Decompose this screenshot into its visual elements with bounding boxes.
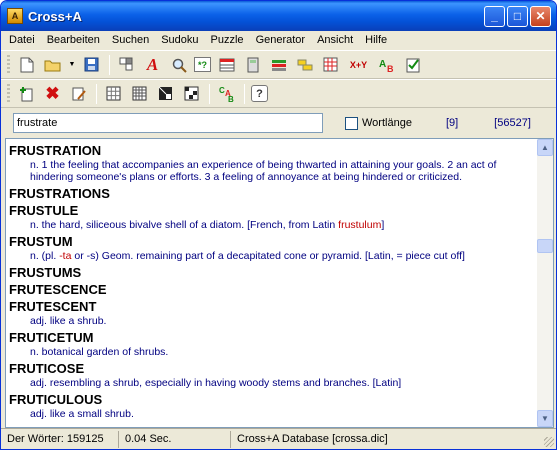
- toolbar-separator: [244, 83, 245, 104]
- menu-bar: Datei Bearbeiten Suchen Sudoku Puzzle Ge…: [1, 31, 556, 50]
- title-bar[interactable]: A Cross+A _ □ ✕: [1, 1, 556, 31]
- menu-bearbeiten[interactable]: Bearbeiten: [41, 31, 106, 50]
- entry-definition: adj. like a shrub.: [9, 315, 538, 327]
- sudoku-icon[interactable]: [103, 83, 124, 104]
- database-status: Cross+A Database [crossa.dic]: [237, 432, 388, 445]
- entry-word[interactable]: FRUTESCENT: [9, 298, 538, 315]
- entry-word[interactable]: FRUSTRATION: [9, 142, 538, 159]
- entry-list: FRUSTRATION n. 1 the feeling that accompa…: [6, 139, 538, 427]
- search-input[interactable]: [13, 113, 323, 133]
- dropdown-arrow-icon[interactable]: ▼: [68, 54, 76, 75]
- entry-definition: adj. like a small shrub.: [9, 408, 538, 420]
- check-list-icon[interactable]: [402, 54, 423, 75]
- toolbar-grip[interactable]: [7, 83, 10, 104]
- menu-ansicht[interactable]: Ansicht: [311, 31, 359, 50]
- results-panel: FRUSTRATION n. 1 the feeling that accompa…: [5, 138, 554, 428]
- entry-definition-highlight: frustulum: [338, 219, 382, 231]
- resize-grip-icon[interactable]: [544, 437, 554, 447]
- new-file-icon[interactable]: [16, 54, 37, 75]
- calculator-icon[interactable]: [242, 54, 263, 75]
- entry-definition: n. botanical garden of shrubs.: [9, 346, 538, 358]
- menu-sudoku[interactable]: Sudoku: [155, 31, 204, 50]
- status-bar: Der Wörter: 159125 0.04 Sec. Cross+A Dat…: [1, 428, 556, 449]
- crossword-grid-icon[interactable]: [116, 54, 137, 75]
- letters-cab-icon[interactable]: CAB: [216, 83, 237, 104]
- entry-definition-text: adj. like a shrub.: [30, 315, 107, 327]
- toolbar-grip[interactable]: [7, 54, 10, 75]
- menu-generator[interactable]: Generator: [250, 31, 312, 50]
- find-icon[interactable]: [168, 54, 189, 75]
- replace-icon[interactable]: *?: [194, 57, 211, 72]
- total-count: [56527]: [494, 117, 531, 129]
- add-icon[interactable]: [16, 83, 37, 104]
- svg-text:A: A: [379, 59, 386, 70]
- entry-word[interactable]: FRUTICOSE: [9, 360, 538, 377]
- svg-text:B: B: [228, 95, 234, 103]
- menu-hilfe[interactable]: Hilfe: [359, 31, 393, 50]
- save-icon[interactable]: [81, 54, 102, 75]
- vertical-scrollbar[interactable]: ▲ ▼: [537, 139, 553, 427]
- entry-definition: n. 1 the feeling that accompanies an exp…: [9, 159, 538, 183]
- found-count: [9]: [445, 117, 459, 129]
- help-icon[interactable]: ?: [251, 85, 268, 102]
- entry-word[interactable]: FRUSTULE: [9, 202, 538, 219]
- entry-definition-text: n. the hard, siliceous bivalve shell of …: [30, 219, 339, 231]
- window-title: Cross+A: [28, 8, 82, 24]
- grid-pattern-icon[interactable]: [320, 54, 341, 75]
- entry-definition-text: n. botanical garden of shrubs.: [30, 346, 169, 358]
- entry-word[interactable]: FRUSTUM: [9, 233, 538, 250]
- entry-definition-tail: or -s) Geom. remaining part of a decapit…: [71, 250, 465, 262]
- entry-word[interactable]: FRUTICETUM: [9, 329, 538, 346]
- highlight-icon[interactable]: [294, 54, 315, 75]
- entry-definition-text: adj. resembling a shrub, especially in h…: [30, 377, 402, 389]
- entry-definition-highlight: -ta: [59, 250, 72, 262]
- main-toolbar: ▼ A *? X+Y AB: [1, 50, 556, 79]
- svg-text:B: B: [387, 64, 394, 73]
- toolbar-separator: [96, 83, 97, 104]
- open-folder-icon[interactable]: [42, 54, 63, 75]
- word-length-checkbox[interactable]: [345, 116, 358, 130]
- scroll-down-icon[interactable]: ▼: [537, 410, 553, 427]
- close-button[interactable]: ✕: [530, 5, 551, 27]
- toolbar-separator: [109, 54, 110, 75]
- word-length-label: Wortlänge: [362, 117, 412, 129]
- letters-ab-icon[interactable]: AB: [376, 54, 397, 75]
- time-status: 0.04 Sec.: [119, 430, 231, 448]
- entry-definition: n. (pl. -ta or -s) Geom. remaining part …: [9, 250, 538, 262]
- font-icon[interactable]: A: [142, 54, 163, 75]
- entry-word[interactable]: FRUSTRATIONS: [9, 185, 538, 202]
- checker-grid-icon[interactable]: [181, 83, 202, 104]
- sudoku-variant-icon[interactable]: [129, 83, 150, 104]
- entry-definition-text: n. 1 the feeling that accompanies an exp…: [30, 159, 497, 183]
- entry-definition-text: adj. like a small shrub.: [30, 408, 134, 420]
- scroll-up-icon[interactable]: ▲: [537, 139, 553, 156]
- edit-icon[interactable]: [68, 83, 89, 104]
- menu-datei[interactable]: Datei: [3, 31, 41, 50]
- entry-definition: adj. resembling a shrub, especially in h…: [9, 377, 538, 389]
- entry-definition: n. the hard, siliceous bivalve shell of …: [9, 219, 538, 231]
- toolbar-separator: [209, 83, 210, 104]
- entry-word[interactable]: FRUTICULOUS: [9, 391, 538, 408]
- word-list-icon[interactable]: [268, 54, 289, 75]
- entry-definition-tail: ]: [381, 219, 385, 231]
- xy-icon[interactable]: X+Y: [346, 54, 371, 75]
- kakuro-icon[interactable]: [155, 83, 176, 104]
- table-icon[interactable]: [216, 54, 237, 75]
- app-book-icon: A: [7, 8, 23, 24]
- menu-puzzle[interactable]: Puzzle: [205, 31, 250, 50]
- menu-suchen[interactable]: Suchen: [106, 31, 155, 50]
- edit-toolbar: ✖ CAB ?: [1, 79, 556, 108]
- entry-definition-text: n. (pl.: [30, 250, 60, 262]
- search-bar: Wortlänge [9] [56527]: [1, 108, 556, 138]
- word-count-status: Der Wörter: 159125: [1, 430, 119, 448]
- entry-word[interactable]: FRUTESCENCE: [9, 281, 538, 298]
- minimize-button[interactable]: _: [484, 5, 505, 27]
- scroll-thumb[interactable]: [537, 239, 553, 253]
- entry-word[interactable]: FRUSTUMS: [9, 264, 538, 281]
- delete-icon[interactable]: ✖: [42, 83, 63, 104]
- app-window: A Cross+A _ □ ✕ Datei Bearbeiten Suchen …: [0, 0, 557, 450]
- maximize-button[interactable]: □: [507, 5, 528, 27]
